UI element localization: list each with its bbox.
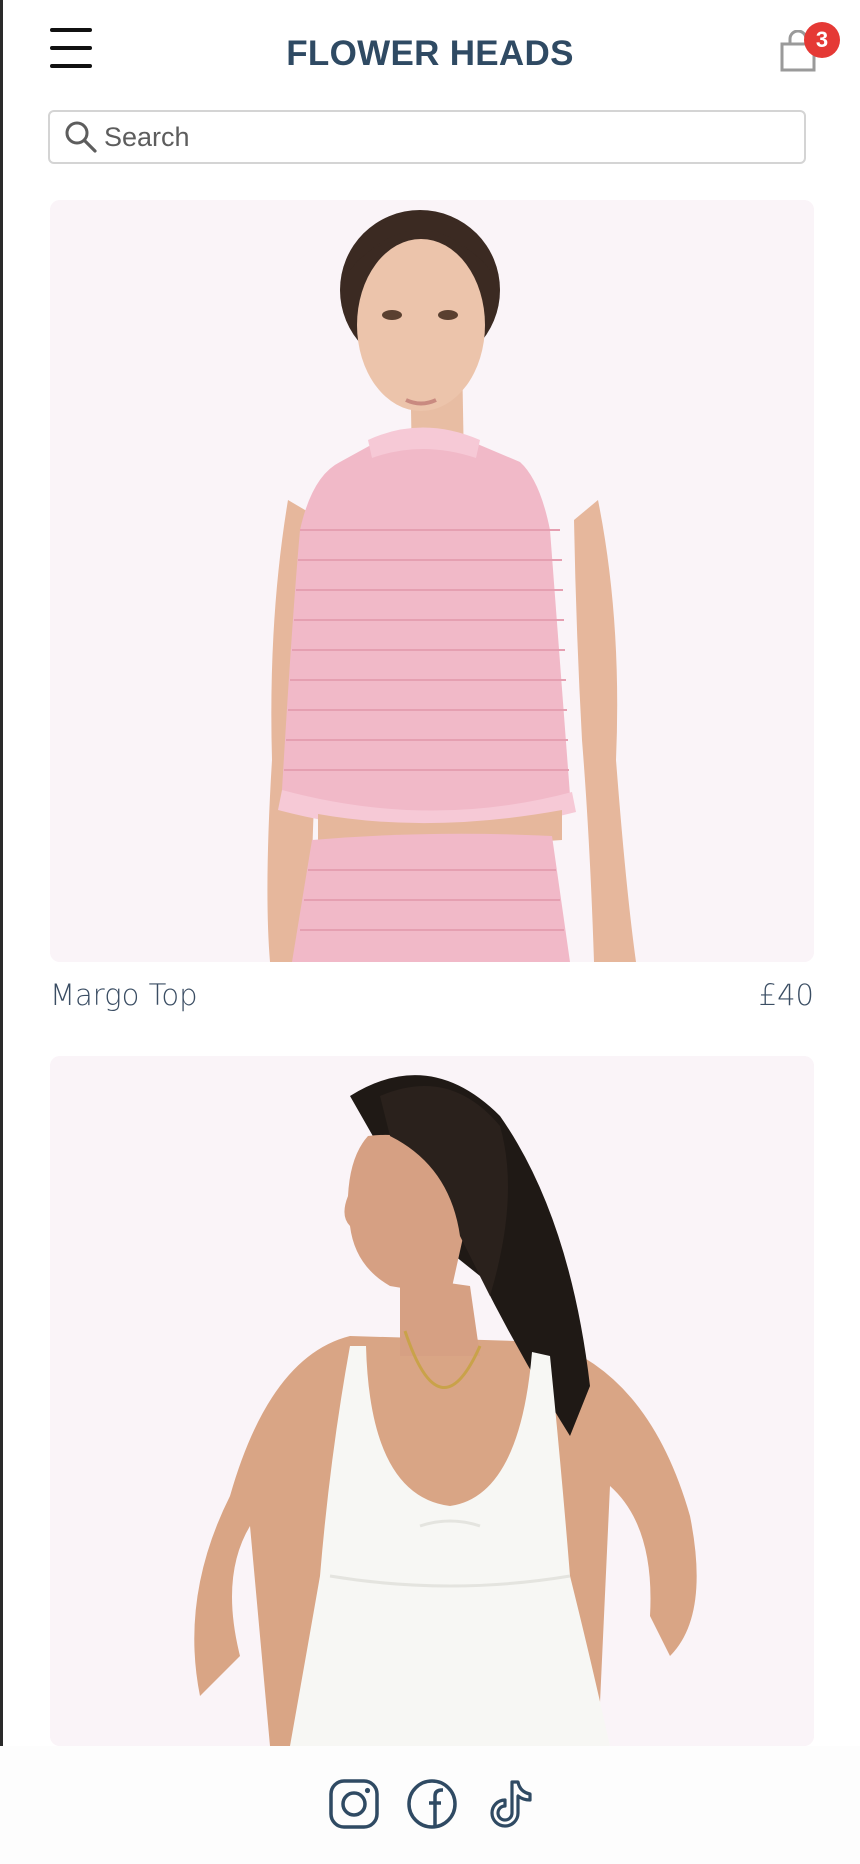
search-bar[interactable] [48, 110, 806, 164]
footer-social-bar [0, 1746, 860, 1864]
brand-title: FLOWER HEADS [286, 34, 574, 73]
product-image-margo-top[interactable] [50, 200, 814, 962]
window-edge [0, 0, 3, 1864]
product-price: £40 [758, 978, 814, 1012]
app-header: FLOWER HEADS 3 [0, 0, 860, 104]
model-in-pink-smocked-top-photo [50, 200, 814, 962]
product-image-second[interactable] [50, 1056, 814, 1746]
instagram-icon[interactable] [326, 1776, 382, 1832]
tiktok-icon[interactable] [482, 1776, 538, 1832]
model-in-white-sundress-photo [50, 1056, 814, 1746]
cart-count-badge: 3 [804, 22, 840, 58]
facebook-icon[interactable] [404, 1776, 460, 1832]
product-name[interactable]: Margo Top [50, 978, 198, 1012]
cart-button[interactable]: 3 [774, 22, 840, 76]
search-input[interactable] [102, 120, 786, 154]
search-icon [65, 121, 97, 153]
